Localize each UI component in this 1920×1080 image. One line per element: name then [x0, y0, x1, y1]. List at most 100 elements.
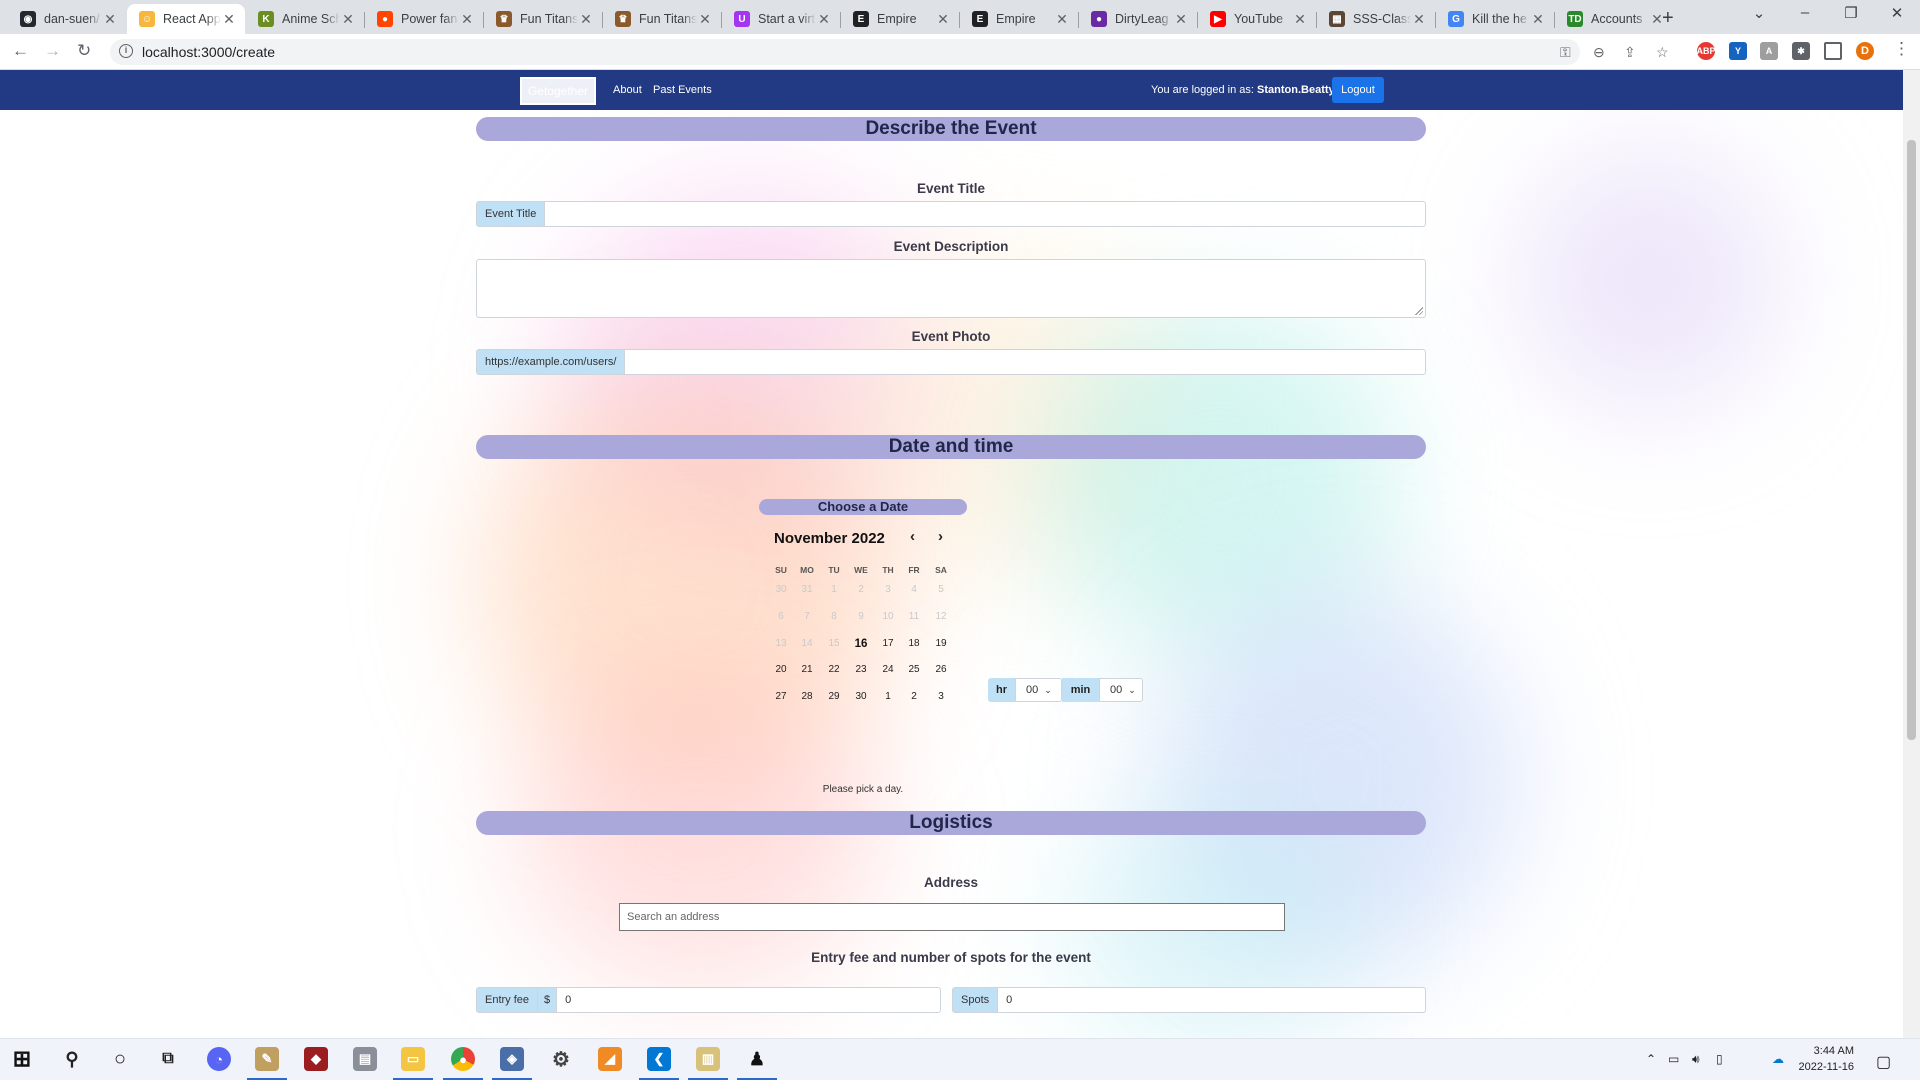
tab-close-icon[interactable]: ✕ [697, 11, 713, 28]
file-explorer-icon[interactable]: ▭ [401, 1047, 425, 1071]
taskbar-clock[interactable]: 3:44 AM 2022-11-16 [1794, 1043, 1854, 1075]
extension-icon[interactable]: A [1760, 42, 1778, 60]
cortana-icon[interactable]: ○ [108, 1047, 132, 1071]
paint-icon[interactable]: ✎ [255, 1047, 279, 1071]
site-info-icon[interactable]: i [119, 44, 133, 58]
adblock-extension-icon[interactable]: ABP [1697, 42, 1716, 60]
battery-icon[interactable]: ▯ [1716, 1052, 1723, 1066]
tab-close-icon[interactable]: ✕ [816, 11, 832, 28]
tab-search-chevron-icon[interactable]: ⌄ [1744, 4, 1774, 22]
tab-close-icon[interactable]: ✕ [578, 11, 594, 28]
hour-select[interactable]: 00 ⌄ [1015, 678, 1062, 702]
browser-tab[interactable]: ● DirtyLeag ✕ [1079, 4, 1197, 34]
bookmark-star-icon[interactable]: ☆ [1656, 44, 1669, 61]
tab-close-icon[interactable]: ✕ [935, 11, 951, 28]
game-app-icon[interactable]: ◆ [304, 1047, 328, 1071]
tab-close-icon[interactable]: ✕ [1411, 11, 1427, 28]
chrome-icon[interactable]: ● [451, 1047, 475, 1071]
network-icon[interactable]: ▭ [1668, 1052, 1679, 1066]
browser-tab[interactable]: E Empire ✕ [960, 4, 1078, 34]
calendar-day[interactable]: 20 [768, 659, 794, 681]
share-icon[interactable]: ⇪ [1624, 44, 1636, 61]
calendar-day[interactable]: 30 [848, 686, 874, 708]
calendar-day[interactable]: 26 [928, 659, 954, 681]
event-title-input[interactable] [545, 202, 1425, 226]
search-icon[interactable]: ⚲ [60, 1047, 84, 1071]
close-window-icon[interactable]: ✕ [1882, 4, 1912, 22]
tab-close-icon[interactable]: ✕ [1173, 11, 1189, 28]
address-url[interactable]: localhost:3000/create [142, 44, 275, 60]
nav-link-past-events[interactable]: Past Events [653, 84, 712, 96]
calendar-day[interactable]: 1 [875, 686, 901, 708]
tab-close-icon[interactable]: ✕ [340, 11, 356, 28]
linux-penguin-icon[interactable]: ♟ [745, 1047, 769, 1071]
browser-tab[interactable]: ♛ Fun Titans ✕ [603, 4, 721, 34]
calendar-day[interactable]: 2 [901, 686, 927, 708]
event-description-textarea[interactable] [476, 259, 1426, 318]
maximize-icon[interactable]: ❐ [1836, 4, 1866, 22]
vpn-extension-icon[interactable]: Y [1729, 42, 1747, 60]
calendar-day[interactable]: 27 [768, 686, 794, 708]
side-panel-icon[interactable] [1824, 42, 1842, 60]
calendar-next-chevron-icon[interactable]: › [938, 528, 943, 545]
tab-close-icon[interactable]: ✕ [1292, 11, 1308, 28]
calendar-day[interactable]: 29 [821, 686, 847, 708]
volume-icon[interactable]: 🔊︎ [1692, 1052, 1700, 1067]
tab-close-icon[interactable]: ✕ [459, 11, 475, 28]
tab-close-icon[interactable]: ✕ [1530, 11, 1546, 28]
calendar-prev-chevron-icon[interactable]: ‹ [910, 528, 915, 545]
page-scrollbar[interactable] [1903, 70, 1920, 1038]
calendar-day[interactable]: 18 [901, 633, 927, 655]
calendar-day[interactable]: 22 [821, 659, 847, 681]
notifications-icon[interactable]: ▢ [1876, 1052, 1891, 1072]
onedrive-icon[interactable]: ☁ [1772, 1052, 1784, 1066]
calendar-day[interactable]: 24 [875, 659, 901, 681]
calendar-day[interactable]: 23 [848, 659, 874, 681]
windows-start-icon[interactable]: ⊞ [10, 1046, 34, 1071]
calendar-day[interactable]: 25 [901, 659, 927, 681]
browser-tab[interactable]: ▦ SSS-Class ✕ [1317, 4, 1435, 34]
browser-tab[interactable]: ◉ dan-suen/✕ [8, 4, 126, 34]
zoom-icon[interactable]: ⊖ [1593, 44, 1605, 61]
logout-button[interactable]: Logout [1332, 77, 1384, 103]
forward-arrow-icon[interactable]: → [44, 41, 61, 61]
key-icon[interactable]: ⚿ [1560, 44, 1571, 61]
vpn-app-icon[interactable]: ◈ [500, 1047, 524, 1071]
calendar-day[interactable]: 21 [794, 659, 820, 681]
browser-tab[interactable]: ♛ Fun Titans ✕ [484, 4, 602, 34]
calendar-day[interactable]: 19 [928, 633, 954, 655]
calendar-day[interactable]: 17 [875, 633, 901, 655]
browser-tab[interactable]: TD Accounts ✕ [1555, 4, 1673, 34]
address-bar[interactable]: i localhost:3000/create ⚿ ⊖ ⇪ ☆ [110, 39, 1669, 65]
back-arrow-icon[interactable]: ← [12, 41, 29, 61]
resize-grip-icon[interactable] [1415, 307, 1423, 315]
task-view-icon[interactable]: ⧉ [156, 1047, 180, 1071]
browser-tab[interactable]: E Empire ✕ [841, 4, 959, 34]
event-photo-input[interactable] [625, 350, 1425, 374]
settings-gear-icon[interactable]: ⚙ [549, 1047, 573, 1071]
git-client-icon[interactable]: ◢ [598, 1047, 622, 1071]
browser-tab[interactable]: K Anime Sch ✕ [246, 4, 364, 34]
discord-icon[interactable]: ◔ [207, 1047, 231, 1071]
browser-tab[interactable]: G Kill the he ✕ [1436, 4, 1554, 34]
new-tab-plus-icon[interactable]: + [1662, 7, 1674, 30]
notepad-icon[interactable]: ▥ [696, 1047, 720, 1071]
browser-tab[interactable]: ▶ YouTube ✕ [1198, 4, 1316, 34]
entry-fee-input[interactable]: 0 [557, 988, 940, 1012]
vscode-icon[interactable]: ❮ [647, 1047, 671, 1071]
brand-logo[interactable]: Getogether [520, 77, 596, 105]
minute-select[interactable]: 00 ⌄ [1099, 678, 1143, 702]
tab-close-icon[interactable]: ✕ [1054, 11, 1070, 28]
printer-icon[interactable]: ▤ [353, 1047, 377, 1071]
spots-input[interactable]: 0 [998, 988, 1425, 1012]
calendar-day[interactable]: 16 [848, 633, 874, 655]
calendar-day[interactable]: 3 [928, 686, 954, 708]
tab-close-icon[interactable]: ✕ [102, 11, 118, 28]
scrollbar-thumb[interactable] [1907, 140, 1916, 740]
address-search-input[interactable]: Search an address [619, 903, 1285, 931]
tray-chevron-up-icon[interactable]: ⌃ [1646, 1052, 1656, 1066]
extensions-puzzle-icon[interactable]: ✱ [1792, 42, 1810, 60]
calendar-day[interactable]: 28 [794, 686, 820, 708]
minimize-icon[interactable]: – [1790, 4, 1820, 21]
browser-tab[interactable]: ☺ React App ✕ [127, 4, 245, 34]
